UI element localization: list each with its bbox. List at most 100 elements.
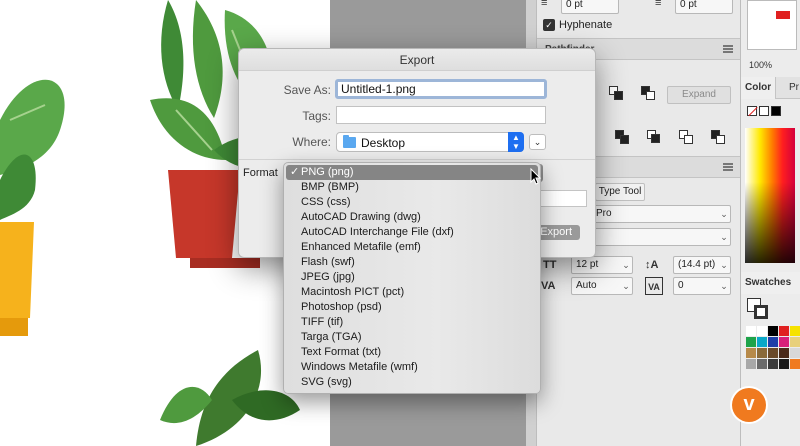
chevron-down-icon[interactable]: ⌄ bbox=[717, 205, 731, 223]
panel-menu-icon[interactable] bbox=[723, 163, 733, 171]
format-label: Format bbox=[243, 167, 278, 179]
format-option-jpg[interactable]: JPEG (jpg) bbox=[284, 270, 540, 285]
tab-swatches[interactable]: Swatches bbox=[741, 272, 800, 294]
expand-button[interactable]: Expand bbox=[667, 86, 731, 104]
save-as-label: Save As: bbox=[283, 83, 331, 97]
expand-dialog-button[interactable]: ⌄ bbox=[529, 134, 546, 150]
dialog-secondary-field[interactable] bbox=[535, 190, 587, 207]
pathfinder-merge-icon[interactable] bbox=[679, 130, 695, 146]
navigator-preview[interactable] bbox=[747, 0, 797, 50]
zoom-value: 100% bbox=[749, 60, 773, 70]
font-style-field[interactable] bbox=[591, 228, 731, 246]
white-swatch[interactable] bbox=[759, 106, 769, 116]
tags-input[interactable] bbox=[336, 106, 546, 124]
mouse-cursor-icon bbox=[530, 168, 542, 185]
kerning-value: Auto bbox=[576, 280, 597, 291]
panel-menu-icon[interactable] bbox=[723, 45, 733, 53]
kerning-icon: VA bbox=[541, 280, 556, 292]
hyphenate-label: Hyphenate bbox=[559, 19, 613, 31]
swatch[interactable] bbox=[746, 337, 757, 348]
format-option-tga[interactable]: Targa (TGA) bbox=[284, 330, 540, 345]
swatch[interactable] bbox=[768, 326, 779, 337]
format-option-emf[interactable]: Enhanced Metafile (emf) bbox=[284, 240, 540, 255]
dialog-titlebar[interactable]: Export bbox=[239, 49, 595, 71]
font-size-value: 12 pt bbox=[576, 259, 599, 270]
format-option-svg[interactable]: SVG (svg) bbox=[284, 375, 540, 390]
swatch[interactable] bbox=[746, 326, 757, 337]
format-option-wmf[interactable]: Windows Metafile (wmf) bbox=[284, 360, 540, 375]
tab-color[interactable]: Color bbox=[741, 77, 777, 99]
swatch[interactable] bbox=[779, 348, 790, 359]
space-after-field[interactable]: 0 pt bbox=[675, 0, 733, 14]
space-before-icon: ≡ bbox=[541, 0, 548, 9]
tracking-value: 0 bbox=[678, 280, 684, 291]
font-family-field[interactable]: Pro bbox=[591, 205, 731, 223]
type-tool-label: Type Tool bbox=[598, 186, 642, 197]
swatch[interactable] bbox=[757, 348, 768, 359]
chevron-down-icon[interactable]: ⌄ bbox=[717, 277, 731, 295]
swatch[interactable] bbox=[757, 326, 768, 337]
swatch[interactable] bbox=[757, 337, 768, 348]
format-option-label: AutoCAD Drawing (dwg) bbox=[301, 211, 421, 223]
dialog-title: Export bbox=[399, 53, 435, 67]
format-option-txt[interactable]: Text Format (txt) bbox=[284, 345, 540, 360]
hyphenate-checkbox[interactable]: ✓ bbox=[543, 19, 555, 31]
format-option-pct[interactable]: Macintosh PICT (pct) bbox=[284, 285, 540, 300]
swatch[interactable] bbox=[746, 359, 757, 370]
tab-color-label: Color bbox=[745, 82, 772, 93]
pathfinder-intersect-icon[interactable] bbox=[609, 86, 625, 102]
swatch[interactable] bbox=[768, 348, 779, 359]
chevron-down-icon[interactable]: ⌄ bbox=[619, 256, 633, 274]
format-dropdown-menu: ✓ PNG (png) BMP (BMP) CSS (css) AutoCAD D… bbox=[283, 162, 541, 394]
format-option-dwg[interactable]: AutoCAD Drawing (dwg) bbox=[284, 210, 540, 225]
format-option-bmp[interactable]: BMP (BMP) bbox=[284, 180, 540, 195]
chevron-down-icon[interactable]: ⌄ bbox=[717, 256, 731, 274]
format-option-label: SVG (svg) bbox=[301, 376, 352, 388]
format-option-dxf[interactable]: AutoCAD Interchange File (dxf) bbox=[284, 225, 540, 240]
export-button-label: Export bbox=[540, 226, 572, 238]
type-tool-button[interactable]: Type Tool bbox=[595, 183, 645, 201]
swatch[interactable] bbox=[746, 348, 757, 359]
none-swatch[interactable] bbox=[747, 106, 758, 117]
format-option-psd[interactable]: Photoshop (psd) bbox=[284, 300, 540, 315]
pathfinder-crop-icon[interactable] bbox=[711, 130, 727, 146]
save-as-input[interactable] bbox=[335, 79, 547, 99]
swatch[interactable] bbox=[790, 348, 800, 359]
black-swatch[interactable] bbox=[771, 106, 781, 116]
swatch[interactable] bbox=[779, 337, 790, 348]
fill-stroke-swatch[interactable] bbox=[747, 298, 771, 322]
format-option-css[interactable]: CSS (css) bbox=[284, 195, 540, 210]
pathfinder-trim-icon[interactable] bbox=[647, 130, 663, 146]
pathfinder-exclude-icon[interactable] bbox=[641, 86, 657, 102]
space-before-field[interactable]: 0 pt bbox=[561, 0, 619, 14]
swatch[interactable] bbox=[790, 326, 800, 337]
color-panel-column: 100% Color Pr Swatches bbox=[740, 0, 800, 446]
swatch-grid[interactable] bbox=[746, 326, 800, 370]
space-after-value: 0 pt bbox=[680, 0, 697, 10]
swatches-tab-row: Swatches bbox=[741, 272, 800, 294]
pathfinder-divide-icon[interactable] bbox=[615, 130, 631, 146]
dialog-separator bbox=[239, 159, 595, 160]
tab-secondary[interactable]: Pr bbox=[785, 77, 800, 99]
zoom-field[interactable]: 100% bbox=[747, 60, 795, 74]
leading-icon: ↕A bbox=[645, 259, 659, 271]
format-option-swf[interactable]: Flash (swf) bbox=[284, 255, 540, 270]
swatch[interactable] bbox=[768, 359, 779, 370]
swatch[interactable] bbox=[779, 326, 790, 337]
tab-secondary-label: Pr bbox=[789, 82, 799, 93]
chevron-updown-icon[interactable]: ▲ ▼ bbox=[508, 132, 524, 152]
where-select[interactable]: Desktop ▲ ▼ bbox=[336, 132, 524, 152]
leading-value: (14.4 pt) bbox=[678, 259, 716, 270]
format-option-png[interactable]: ✓ PNG (png) bbox=[286, 165, 538, 180]
chevron-down-icon[interactable]: ⌄ bbox=[717, 228, 731, 246]
swatch[interactable] bbox=[779, 359, 790, 370]
swatch[interactable] bbox=[768, 337, 779, 348]
format-option-tif[interactable]: TIFF (tif) bbox=[284, 315, 540, 330]
swatch[interactable] bbox=[790, 359, 800, 370]
vimeo-logo-icon[interactable]: v bbox=[732, 388, 766, 422]
color-spectrum[interactable] bbox=[745, 128, 795, 263]
format-option-label: AutoCAD Interchange File (dxf) bbox=[301, 226, 454, 238]
swatch[interactable] bbox=[790, 337, 800, 348]
chevron-down-icon[interactable]: ⌄ bbox=[619, 277, 633, 295]
swatch[interactable] bbox=[757, 359, 768, 370]
